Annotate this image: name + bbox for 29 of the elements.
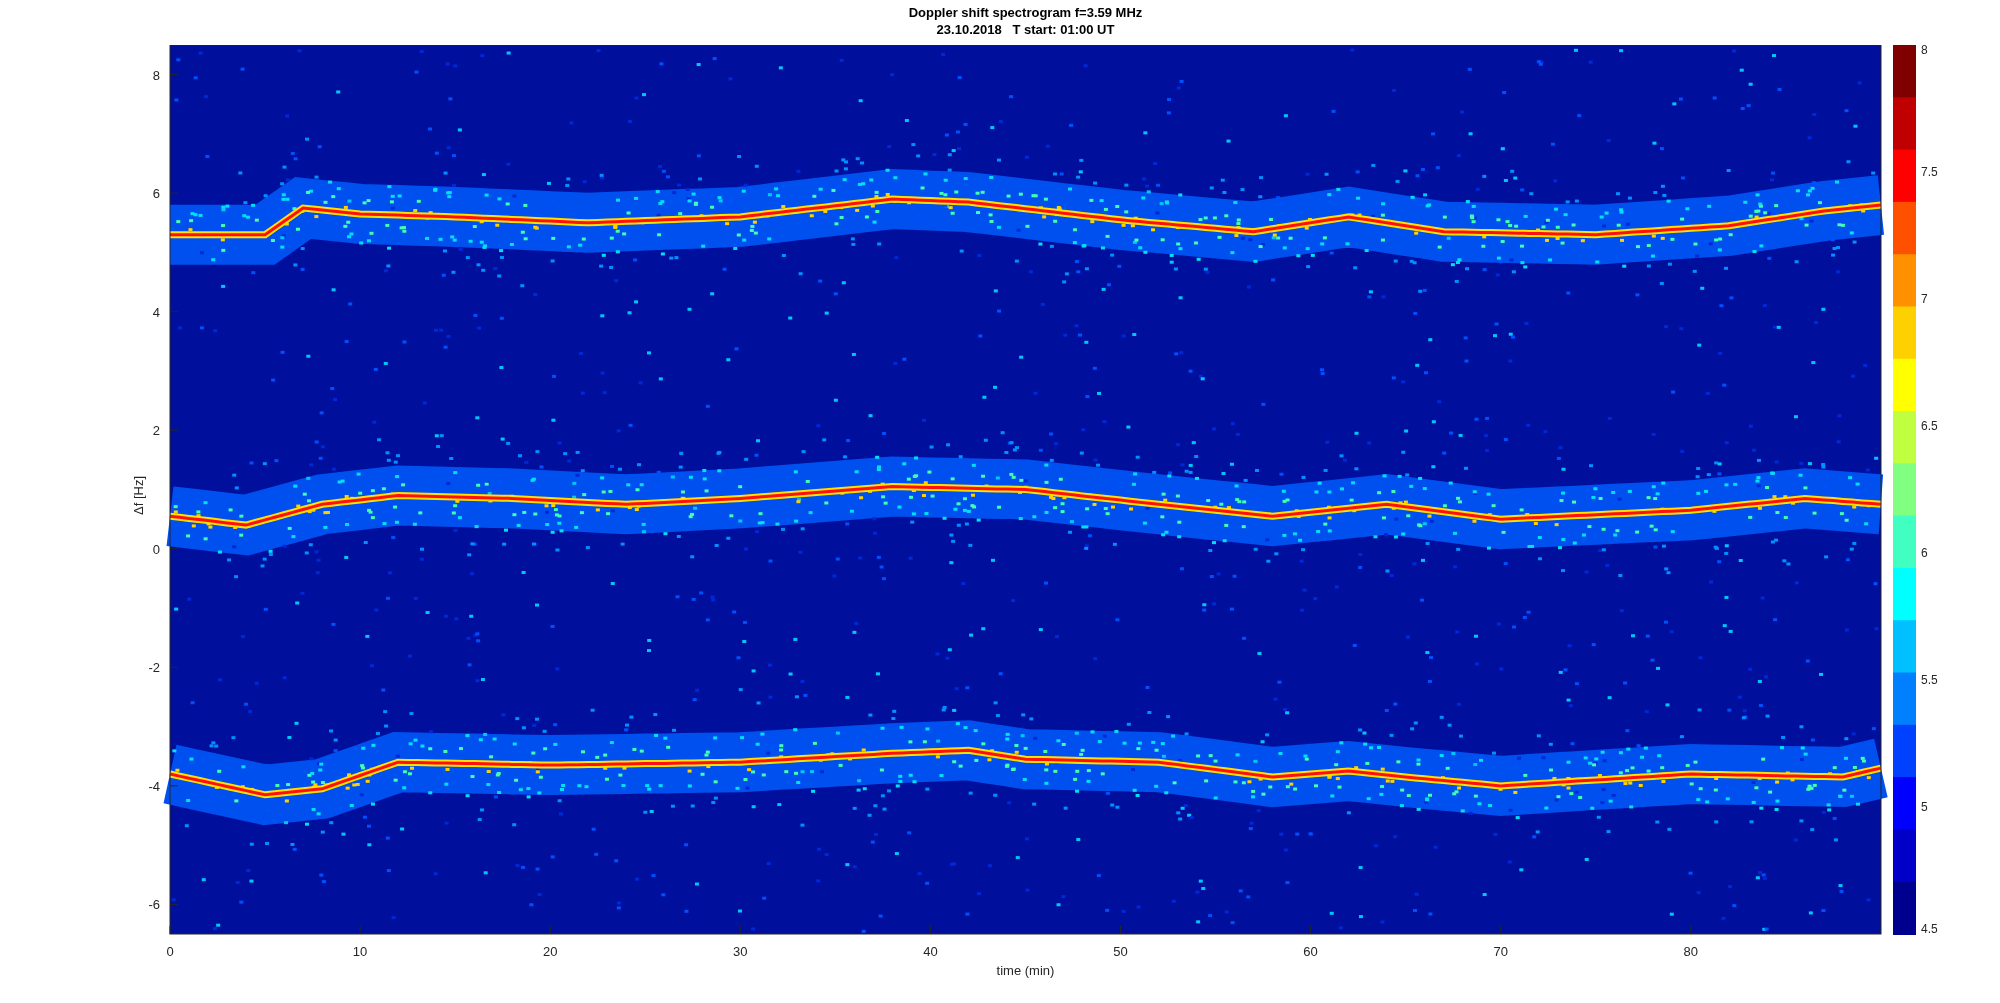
y-tick-label: -4 (148, 778, 160, 794)
chart-title: Doppler shift spectrogram f=3.59 MHz (908, 4, 1143, 21)
x-tick-label: 0 (166, 944, 174, 959)
x-tick-label: 70 (1493, 944, 1508, 959)
colorbar-tick-label: 6.5 (1921, 419, 1938, 433)
colorbar-tick-label: 5 (1921, 800, 1928, 814)
colorbar-tick-label: 8 (1921, 45, 1928, 57)
x-axis-label: time (min) (996, 963, 1055, 978)
y-tick-label: 2 (152, 423, 160, 439)
x-tick-label: 50 (1113, 944, 1128, 959)
x-tick-label: 80 (1683, 944, 1699, 959)
x-tick-label: 20 (542, 944, 558, 959)
y-tick-label: 6 (152, 186, 160, 202)
colorbar-tick-label: 6 (1921, 546, 1928, 560)
y-tick-label: 4 (152, 304, 160, 320)
chart-subtitle: 23.10.2018 T start: 01:00 UT (936, 21, 1115, 38)
y-tick-label: 8 (152, 67, 160, 83)
y-axis-label: Δf [Hz] (131, 475, 146, 515)
x-tick-label: 60 (1303, 944, 1318, 959)
y-tick-label: 0 (152, 541, 160, 557)
colorbar-tick-label: 5.5 (1921, 673, 1938, 687)
y-tick-label: -2 (148, 660, 160, 676)
colorbar-tick-label: 4.5 (1921, 922, 1938, 936)
colorbar-tick-label: 7 (1921, 292, 1928, 306)
y-tick-label: -6 (148, 897, 160, 913)
colorbar-tick-label: 7.5 (1921, 165, 1938, 179)
x-tick-label: 40 (923, 944, 938, 959)
x-tick-label: 30 (733, 944, 748, 959)
x-tick-label: 10 (352, 944, 368, 959)
